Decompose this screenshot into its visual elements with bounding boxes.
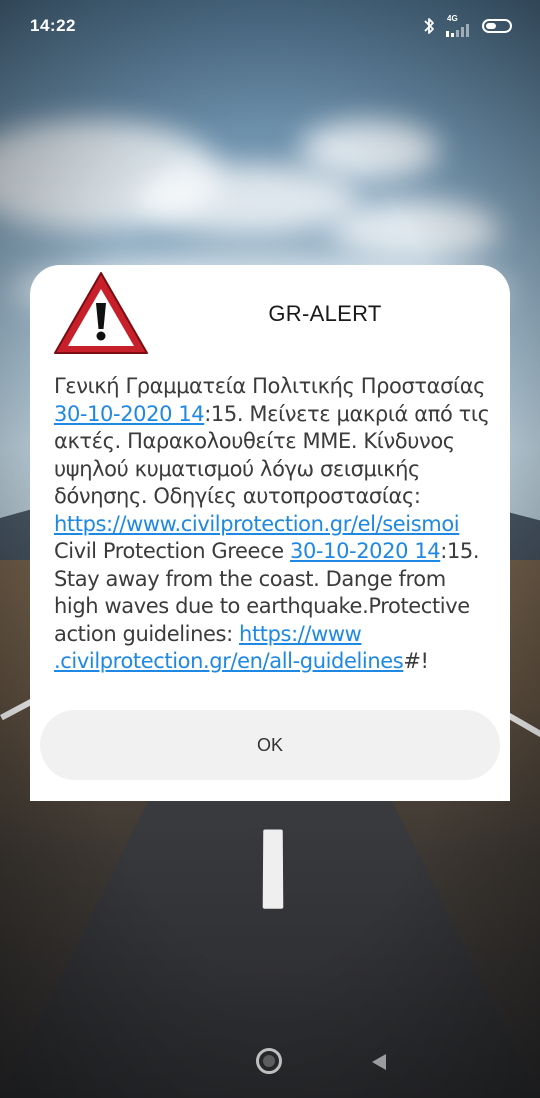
alert-dialog: GR-ALERT Γενική Γραμματεία Πολιτικής Προ…	[30, 265, 510, 801]
cellular-status: 4G	[446, 15, 472, 37]
civil-protection-link-el[interactable]: https://www.civilprotection.gr/el/seismo…	[54, 512, 460, 536]
battery-icon	[482, 19, 512, 33]
home-icon[interactable]	[256, 1048, 282, 1074]
battery-level	[486, 23, 496, 29]
warning-triangle-icon	[54, 272, 148, 354]
datetime-link-el[interactable]: 30-10-2020 14	[54, 402, 205, 426]
network-type-label: 4G	[447, 14, 458, 23]
message-text-el-prefix: Γενική Γραμματεία Πολιτικής Προστασίας	[54, 374, 486, 398]
message-text-en-prefix: Civil Protection Greece	[54, 539, 291, 563]
signal-icon	[446, 24, 469, 37]
datetime-link-en[interactable]: 30-10-2020 14	[290, 539, 441, 563]
bluetooth-icon	[424, 18, 434, 34]
status-bar: 14:22 4G	[0, 0, 540, 52]
alert-title: GR-ALERT	[268, 301, 382, 326]
back-icon[interactable]	[372, 1054, 386, 1070]
message-text-en-suffix: #!	[403, 649, 429, 673]
status-time: 14:22	[30, 16, 76, 35]
ok-button[interactable]: OK	[40, 710, 500, 780]
alert-message: Γενική Γραμματεία Πολιτικής Προστασίας 3…	[54, 373, 494, 676]
status-icons: 4G	[422, 15, 512, 37]
